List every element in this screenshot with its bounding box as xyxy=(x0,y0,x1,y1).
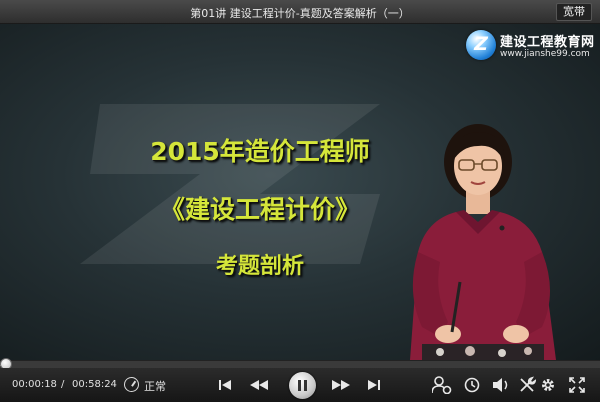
pause-icon xyxy=(298,380,301,391)
next-icon[interactable] xyxy=(368,379,380,391)
logo-name: 建设工程教育网 xyxy=(500,35,595,50)
control-bar: 00:00:18 / 00:58:24 正常 xyxy=(0,368,600,402)
previous-icon[interactable] xyxy=(219,379,231,391)
lesson-title: 第01讲 建设工程计价-真题及答案解析（一） xyxy=(190,7,410,20)
total-time: 00:58:24 xyxy=(72,379,117,390)
speed-icon[interactable] xyxy=(124,377,139,392)
user-settings-icon[interactable] xyxy=(432,376,452,394)
slide-line-1: 2015年造价工程师 xyxy=(150,137,370,166)
current-time: 00:00:18 xyxy=(12,379,57,390)
rewind-icon[interactable] xyxy=(250,379,268,391)
site-logo: Z 建设工程教育网 www.jianshe99.com xyxy=(466,28,596,68)
clock-icon[interactable] xyxy=(464,377,480,393)
tools-icon[interactable] xyxy=(518,376,536,394)
time-separator: / xyxy=(61,379,65,390)
speed-label[interactable]: 正常 xyxy=(144,378,166,394)
volume-icon[interactable] xyxy=(492,377,510,393)
bandwidth-button[interactable]: 宽带 xyxy=(556,3,592,21)
logo-ball-icon: Z xyxy=(466,30,496,60)
slide-line-2: 《建设工程计价》 xyxy=(159,195,360,224)
fast-forward-icon[interactable] xyxy=(332,379,350,391)
slide-line-3: 考题剖析 xyxy=(215,254,304,279)
fullscreen-icon[interactable] xyxy=(569,377,585,393)
presenter-figure xyxy=(410,124,556,360)
logo-url: www.jianshe99.com xyxy=(500,49,590,59)
pause-button[interactable] xyxy=(289,372,316,399)
gear-icon[interactable] xyxy=(540,377,556,393)
video-area[interactable]: Z 建设工程教育网 www.jianshe99.com 2015年造价工程师 《… xyxy=(0,24,600,360)
progress-bar[interactable] xyxy=(0,358,600,370)
title-bar: 第01讲 建设工程计价-真题及答案解析（一） 宽带 xyxy=(0,0,600,24)
